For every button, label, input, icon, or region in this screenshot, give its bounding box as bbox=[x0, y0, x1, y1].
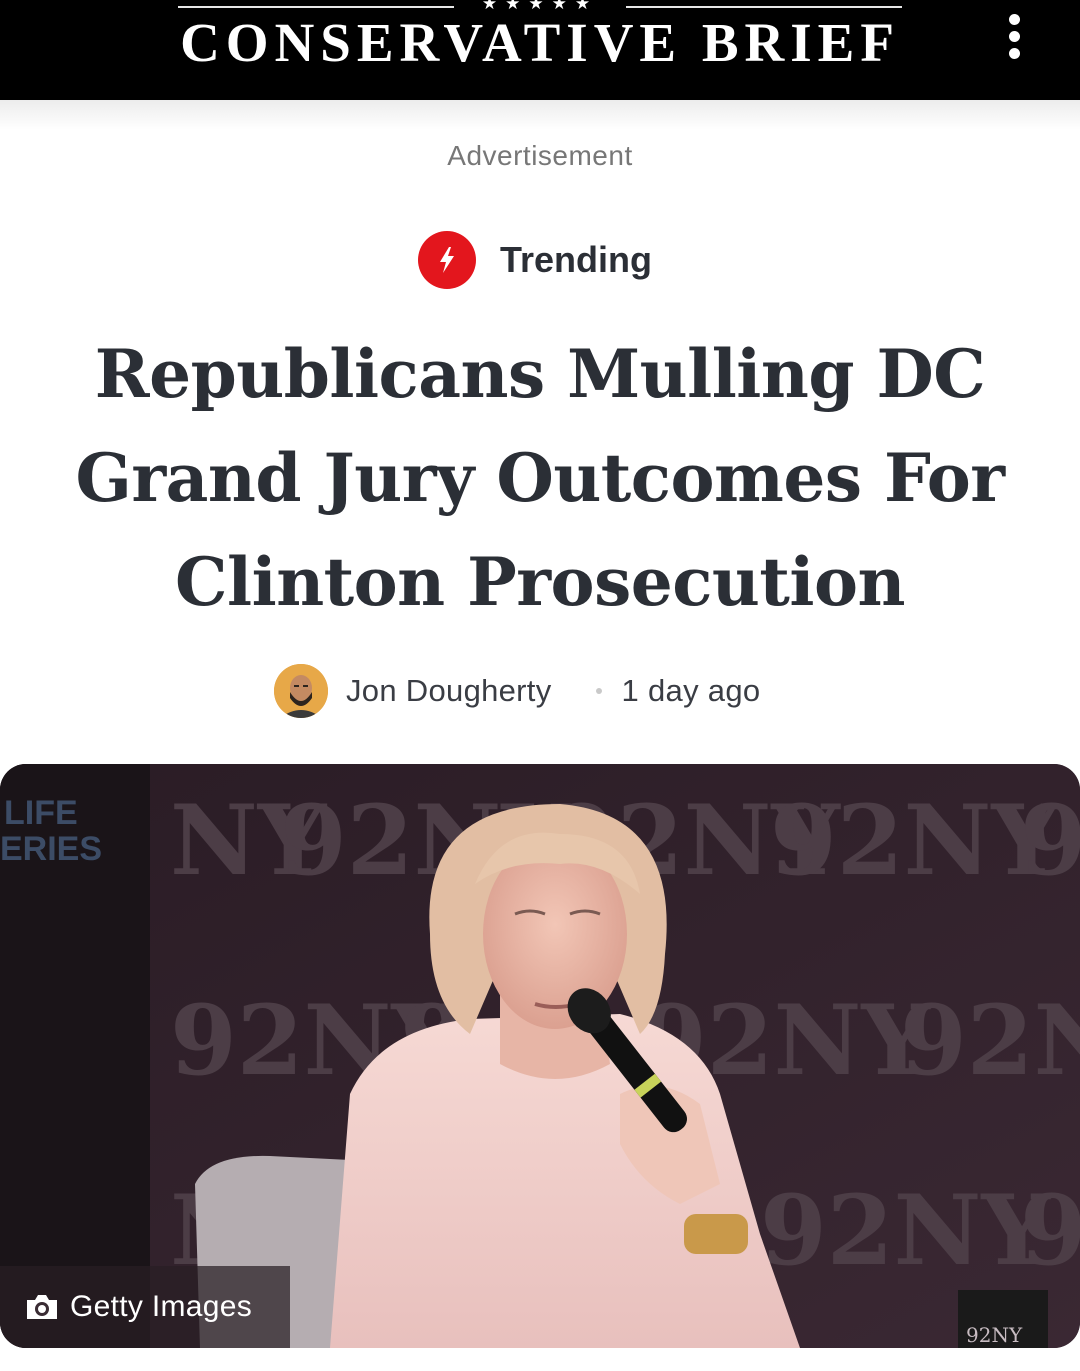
site-logo[interactable]: ★★★★★ CONSERVATIVE BRIEF bbox=[178, 0, 902, 100]
camera-icon bbox=[27, 1295, 57, 1319]
svg-text:9: 9 bbox=[1020, 1174, 1080, 1287]
article-photo[interactable]: LIFE ERIES NY 92NY 92NY 92NY 9 92NY 9 92… bbox=[0, 764, 1080, 1348]
header-shadow bbox=[0, 100, 1080, 130]
credit-text: Getty Images bbox=[70, 1290, 253, 1323]
glass-label: 92NY bbox=[966, 1323, 1023, 1347]
top-bar: ★★★★★ CONSERVATIVE BRIEF bbox=[0, 0, 1080, 100]
byline: Jon Dougherty 1 day ago bbox=[274, 664, 760, 718]
site-name: CONSERVATIVE BRIEF bbox=[180, 12, 900, 73]
author-avatar[interactable] bbox=[274, 664, 328, 718]
trending-label: Trending bbox=[500, 239, 652, 280]
svg-text:9: 9 bbox=[1020, 784, 1080, 897]
photo-illustration: LIFE ERIES NY 92NY 92NY 92NY 9 92NY 9 92… bbox=[0, 764, 1080, 1348]
trending-tag[interactable]: Trending bbox=[418, 230, 652, 290]
image-credit: Getty Images bbox=[0, 1266, 290, 1348]
publish-time: 1 day ago bbox=[621, 673, 761, 708]
article-headline: Republicans Mulling DC Grand Jury Outcom… bbox=[75, 335, 1006, 621]
byline-separator bbox=[595, 688, 602, 694]
svg-text:92NY: 92NY bbox=[770, 784, 1061, 897]
author-name[interactable]: Jon Dougherty bbox=[346, 673, 552, 709]
advertisement-label: Advertisement bbox=[447, 140, 633, 171]
svg-text:92NY: 92NY bbox=[760, 1174, 1051, 1287]
corner-text-2: ERIES bbox=[0, 830, 102, 868]
corner-text-1: LIFE bbox=[4, 794, 78, 832]
more-vertical-icon[interactable] bbox=[994, 6, 1034, 66]
svg-text:92NY: 92NY bbox=[900, 984, 1080, 1097]
lightning-icon bbox=[418, 231, 476, 289]
